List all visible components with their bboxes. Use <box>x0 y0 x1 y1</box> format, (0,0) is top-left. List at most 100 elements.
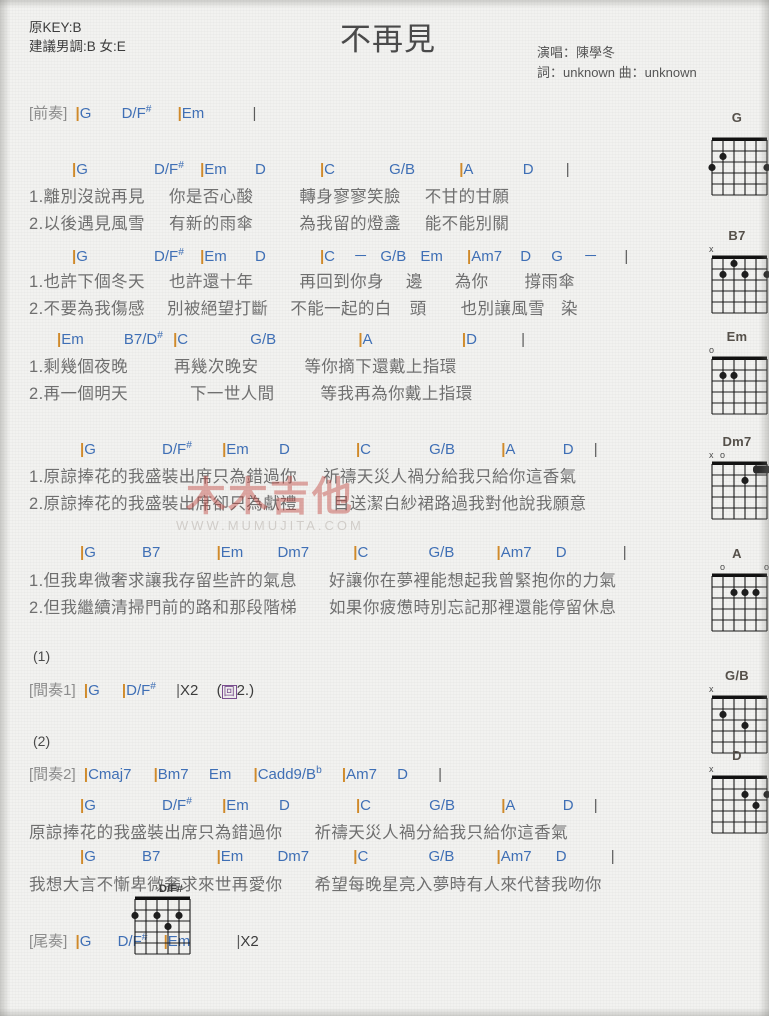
lyric-seg: 1.離別沒說再見 <box>29 188 145 206</box>
lyric-seg: 2.原諒捧花的我盛裝出席卻只為獻禮 <box>29 495 298 513</box>
diagram-open-mute-markers: o <box>700 345 769 355</box>
lyric-seg: 2.以後遇見風雪 <box>29 215 145 233</box>
diagram-svg <box>711 255 769 314</box>
marker-2: (2) <box>33 733 51 749</box>
lyric-seg: 原諒捧花的我盛裝出席只為錯過你 <box>29 824 283 842</box>
lyric-seg: 等我再為你戴上指環 <box>320 385 473 403</box>
lyric-seg: 等你摘下還戴上指環 <box>304 358 457 376</box>
original-key: 原KEY:B <box>29 20 82 35</box>
verse1a-chords: |G D/F# |Em D |C G/B |A D | <box>72 160 570 178</box>
diagram-open-mute-markers: x <box>700 244 769 254</box>
lyric-seg: 下一世人間 <box>190 385 275 403</box>
lyric-seg: 1.但我卑微奢求讓我存留些許的氣息 <box>29 572 298 590</box>
lyric-seg: 好讓你在夢裡能想起我曾緊抱你的力氣 <box>329 572 617 590</box>
page-title: 不再見 <box>340 22 436 57</box>
lyric-seg: 1.剩幾個夜晚 <box>29 358 129 376</box>
lyric-seg: 再幾次晚安 <box>174 358 259 376</box>
diagram-open-mute-markers: x <box>700 684 769 694</box>
diagram-label: D <box>732 748 742 763</box>
verse1a-lyric-1: 1.離別沒說再見 你是否心酸 轉身寥寥笑臉 不甘的甘願 <box>29 183 509 207</box>
lyric-seg: 有新的雨傘 <box>168 215 254 233</box>
diagram-open-mute-markers: oo <box>700 562 769 572</box>
chorus1b-lyric-1: 1.但我卑微奢求讓我存留些許的氣息 好讓你在夢裡能想起我曾緊抱你的力氣 <box>29 567 616 591</box>
verse1b-chords: |G D/F# |Em D |C － G/B Em |Am7 D G － | <box>72 247 629 265</box>
chorus1a-lyric-1: 1.原諒捧花的我盛裝出席只為錯過你 祈禱天災人禍分給我只給你這香氣 <box>29 463 577 487</box>
diagram-fretboard <box>708 136 769 210</box>
diagram-svg <box>708 137 769 196</box>
lyric-seg: 2.但我繼續清掃門前的路和那段階梯 <box>29 599 298 617</box>
lyric-seg: 頭 <box>409 300 427 318</box>
lyric-seg: 不甘的甘願 <box>424 188 510 206</box>
intro-tag: [前奏] <box>29 105 68 122</box>
chord-diagram-g: G <box>700 110 769 210</box>
chord-diagram-b7: B7 x <box>700 228 769 328</box>
lyric-seg: 也別讓風雪 <box>460 300 546 318</box>
diagram-fretboard <box>708 774 769 848</box>
diagram-open-mute-markers: x <box>700 764 769 774</box>
lyric-seg: 能不能別關 <box>424 215 510 233</box>
marker-x: x <box>709 684 714 694</box>
lyric-seg: 你是否心酸 <box>168 188 254 206</box>
interlude1-tag: [間奏1] <box>29 682 76 699</box>
singer-line: 演唱：陳學冬 <box>537 45 616 60</box>
diagram-fretboard <box>708 572 769 646</box>
verse1b-lyric-2: 2.不要為我傷感 別被絕望打斷 不能一起的白 頭 也別讓風雪 染 <box>29 295 578 319</box>
interlude2-tag: [間奏2] <box>29 766 76 783</box>
marker-o: o <box>709 345 715 355</box>
diagram-label: Em <box>726 329 748 344</box>
chorus2a-chords: |G D/F# |Em D |C G/B |A D | <box>80 796 598 814</box>
verse1c-lyric-2: 2.再一個明天 下一世人間 等我再為你戴上指環 <box>29 380 473 404</box>
inline-diagram-name: D/F# <box>159 883 183 895</box>
repeat-icon: 回 <box>221 685 237 699</box>
inline-diagram-grid <box>131 895 202 969</box>
lyric-seg: 祈禱天災人禍分給我只給你這香氣 <box>323 468 577 486</box>
marker-o: o <box>720 450 726 460</box>
verse1b-lyric-1: 1.也許下個冬天 也許還十年 再回到你身 邊 為你 撐雨傘 <box>29 268 575 292</box>
diagram-fretboard <box>708 254 769 328</box>
interlude1-line: [間奏1] |G |D/F# |X2 (回 2.) <box>29 681 255 699</box>
lyric-seg: 再回到你身 <box>299 273 384 291</box>
diagram-label: B7 <box>728 228 746 243</box>
diagram-open-mute-markers <box>700 126 769 136</box>
marker-o: o <box>720 562 726 572</box>
chorus2b-lyric-1: 我想大言不慚卑微奢求來世再愛你 希望每晚星亮入夢時有人來代替我吻你 <box>29 871 602 895</box>
diagram-label: A <box>732 546 742 561</box>
lyric-seg: 轉身寥寥笑臉 <box>299 188 401 206</box>
verse1a-lyric-2: 2.以後遇見風雪 有新的雨傘 為我留的燈盞 能不能別關 <box>29 210 509 234</box>
lyric-seg: 別被絕望打斷 <box>166 300 269 318</box>
chord-diagram-dm7: Dm7 x o <box>700 434 769 534</box>
inline-chord-diagram-dfsharp: D/F# <box>131 883 202 969</box>
chorus1b-chords: |G B7 |Em Dm7 |C G/B |Am7 D | <box>80 544 627 561</box>
chorus1b-lyric-2: 2.但我繼續清掃門前的路和那段階梯 如果你疲憊時別忘記那裡還能停留休息 <box>29 594 616 618</box>
chorus1a-chords: |G D/F# |Em D |C G/B |A D | <box>80 440 598 458</box>
marker-x: x <box>709 764 714 774</box>
chorus2a-lyric-1: 原諒捧花的我盛裝出席只為錯過你 祈禱天災人禍分給我只給你這香氣 <box>29 819 568 843</box>
lyric-seg: 如果你疲憊時別忘記那裡還能停留休息 <box>329 599 617 617</box>
verse1c-chords: |Em B7/D# |C G/B |A |D | <box>57 330 525 348</box>
diagram-svg <box>711 775 769 834</box>
diagram-label: Dm7 <box>722 434 752 449</box>
suggested-key: 建議男調:B 女:E <box>29 39 126 54</box>
lyric-seg: 2.不要為我傷感 <box>29 300 145 318</box>
diagram-svg <box>711 356 768 415</box>
writers-line: 詞：unknown 曲：unknown <box>537 65 697 80</box>
chorus2b-chords: |G B7 |Em Dm7 |C G/B |Am7 D | <box>80 848 615 865</box>
diagram-label: G <box>731 110 743 125</box>
lyric-seg: 為我留的燈盞 <box>299 215 401 233</box>
chord-diagram-d: Dx <box>700 748 769 848</box>
marker-x: x <box>709 244 714 254</box>
lyric-seg: 祈禱天災人禍分給我只給你這香氣 <box>314 824 568 842</box>
lyric-seg: 為你 <box>454 273 489 291</box>
marker-o: o <box>764 562 769 572</box>
intro-line: [前奏] |G D/F# |Em | <box>29 104 257 122</box>
chord-diagram-em: Em o <box>700 329 769 429</box>
marker-1: (1) <box>33 648 51 664</box>
diagram-fretboard <box>708 460 769 534</box>
lyric-seg: 希望每晚星亮入夢時有人來代替我吻你 <box>314 876 602 894</box>
diagram-fretboard <box>708 355 769 429</box>
lyric-seg: 目送潔白紗裙路過我對他說我願意 <box>333 495 587 513</box>
diagram-open-mute-markers: xo <box>700 450 769 460</box>
diagram-svg <box>711 461 769 520</box>
chord-sheet: 原KEY:B 建議男調:B 女:E 不再見 演唱：陳學冬 詞：unknown 曲… <box>0 0 769 1016</box>
lyric-seg: 1.原諒捧花的我盛裝出席只為錯過你 <box>29 468 298 486</box>
